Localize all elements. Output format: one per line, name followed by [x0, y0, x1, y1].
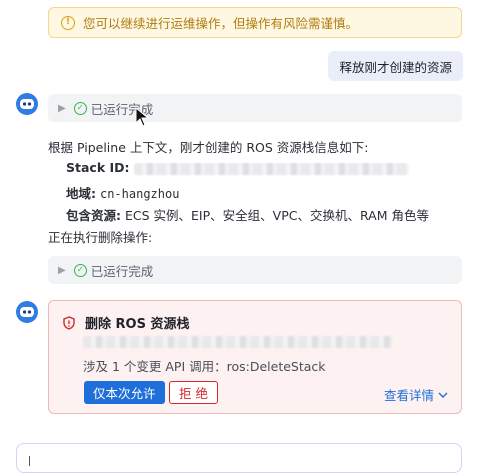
message-input[interactable]	[16, 443, 462, 473]
check-circle-icon: ✓	[73, 101, 87, 115]
reject-button[interactable]: 拒 绝	[169, 381, 218, 404]
region-value: cn-hangzhou	[99, 187, 180, 201]
approval-title-row: 删除 ROS 资源栈	[63, 313, 189, 332]
bot-avatar-icon	[16, 93, 38, 115]
run-status-collapsible-2[interactable]: ▶ ✓ 已运行完成	[48, 256, 462, 284]
view-details-link[interactable]: 查看详情	[384, 385, 448, 404]
assistant-intro: 根据 Pipeline 上下文，刚才创建的 ROS 资源栈信息如下:	[48, 140, 369, 155]
stack-id-label: Stack ID:	[66, 160, 130, 175]
user-message-text: 释放刚才创建的资源	[339, 59, 452, 75]
approval-title: 删除 ROS 资源栈	[85, 317, 190, 332]
delete-approval-card: 删除 ROS 资源栈 涉及 1 个变更 API 调用：ros:DeleteSta…	[48, 300, 462, 414]
region-label: 地域:	[66, 186, 96, 201]
allow-once-button[interactable]: 仅本次允许	[84, 381, 165, 404]
check-circle-icon: ✓	[73, 263, 87, 277]
executing-text: 正在执行删除操作:	[48, 230, 153, 245]
resources-label: 包含资源:	[66, 208, 121, 223]
mouse-pointer-icon	[135, 107, 150, 127]
run-status-collapsible[interactable]: ▶ ✓ 已运行完成	[48, 94, 462, 122]
exclamation-circle-icon: !	[61, 15, 75, 30]
resources-row: 包含资源: ECS 实例、EIP、安全组、VPC、交换机、RAM 角色等	[66, 205, 429, 224]
shield-alert-icon	[63, 315, 75, 330]
approval-description: 涉及 1 个变更 API 调用：ros:DeleteStack	[83, 359, 326, 374]
warning-text: 您可以继续进行运维操作，但操作有风险需谨慎。	[83, 16, 359, 31]
user-message-bubble: 释放刚才创建的资源	[328, 51, 463, 81]
redacted-stack-id	[133, 162, 409, 175]
chevron-right-icon: ▶	[58, 102, 66, 114]
chevron-down-icon	[438, 392, 448, 398]
chevron-right-icon: ▶	[58, 264, 66, 276]
resources-value: ECS 实例、EIP、安全组、VPC、交换机、RAM 角色等	[124, 208, 429, 223]
redacted-stack-info	[83, 336, 393, 348]
region-row: 地域: cn-hangzhou	[66, 183, 179, 202]
run-status-label-2: 已运行完成	[90, 263, 154, 279]
risk-warning-banner: ! 您可以继续进行运维操作，但操作有风险需谨慎。	[48, 7, 462, 38]
stack-id-row: Stack ID:	[66, 160, 409, 175]
text-caret	[29, 456, 30, 466]
view-details-label: 查看详情	[383, 388, 434, 403]
bot-avatar-icon	[16, 301, 38, 323]
